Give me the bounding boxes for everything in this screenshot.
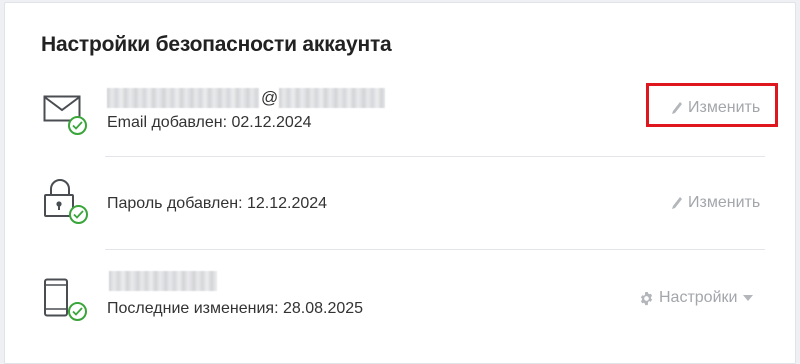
section-title: Настройки безопасности аккаунта	[41, 33, 392, 56]
phone-status-icon	[43, 278, 87, 323]
pencil-icon	[672, 197, 682, 209]
smartphone-icon	[44, 278, 68, 317]
edit-password-button[interactable]: Изменить	[671, 194, 760, 212]
caret-down-icon	[743, 295, 754, 301]
email-at-sign: @	[261, 88, 279, 107]
row-divider	[105, 156, 765, 157]
gear-icon	[640, 291, 653, 305]
row-divider	[105, 249, 765, 250]
phone-settings-dropdown[interactable]: Настройки	[639, 289, 754, 307]
email-redacted-local	[107, 88, 259, 108]
phone-redacted-value	[109, 271, 217, 291]
email-redacted-domain	[279, 88, 385, 108]
email-status-text: Email добавлен: 02.12.2024	[107, 114, 312, 131]
security-settings-card: Настройки безопасности аккаунта @ Email …	[4, 2, 796, 364]
check-circle-icon	[69, 205, 88, 224]
email-status-icon	[43, 95, 87, 135]
phone-status-text: Последние изменения: 28.08.2025	[107, 300, 364, 317]
password-status-icon	[43, 179, 88, 224]
check-circle-icon	[68, 302, 87, 321]
edit-password-label: Изменить	[688, 194, 761, 211]
phone-settings-label: Настройки	[659, 289, 738, 306]
highlight-frame	[646, 83, 778, 127]
password-status-text: Пароль добавлен: 12.12.2024	[107, 195, 328, 212]
check-circle-icon	[68, 116, 87, 135]
